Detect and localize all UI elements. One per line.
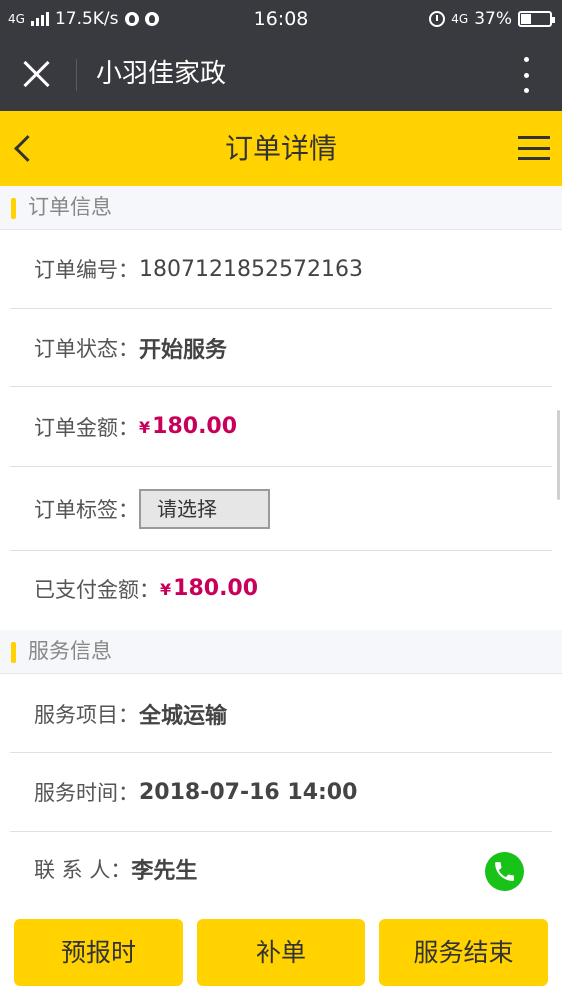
service-item-label: 服务项目： [34, 702, 139, 727]
service-time-value: 2018-07-16 14:00 [139, 779, 358, 805]
wechat-title-bar: 小羽佳家政 [0, 37, 562, 111]
status-bar: 4G 17.5K/s 16:08 4G 37% [0, 0, 562, 37]
order-number-row: 订单编号： 1807121852572163 [10, 230, 552, 309]
service-item-row: 服务项目： 全城运输 [10, 675, 552, 753]
more-options-icon[interactable] [522, 57, 530, 93]
page-header: 订单详情 [0, 111, 562, 186]
order-status-value: 开始服务 [139, 337, 228, 363]
order-amount-number: 180.00 [152, 414, 238, 439]
paid-amount-number: 180.00 [173, 576, 259, 601]
scrollbar[interactable] [557, 410, 560, 500]
status-right: 4G 37% [429, 9, 555, 29]
order-tag-row: 订单标签： 请选择 [10, 467, 552, 551]
title-divider [76, 59, 77, 91]
app-title: 小羽佳家政 [96, 59, 227, 89]
battery-fill [521, 14, 531, 24]
contact-value: 李先生 [131, 859, 198, 884]
order-number-label: 订单编号： [34, 258, 139, 282]
order-tag-select[interactable]: 请选择 [139, 488, 270, 529]
contact-row: 联 系 人： 李先生 [10, 832, 552, 906]
network-type-right: 4G [451, 12, 469, 26]
phone-call-icon[interactable] [485, 852, 524, 891]
contact-label: 联 系 人： [34, 858, 132, 882]
finish-service-button[interactable]: 服务结束 [379, 919, 548, 986]
order-status-row: 订单状态： 开始服务 [10, 309, 552, 387]
report-time-button[interactable]: 预报时 [14, 919, 183, 986]
section-title: 订单信息 [28, 195, 112, 219]
order-amount-label: 订单金额： [34, 415, 139, 440]
paid-amount-value: ¥180.00 [160, 576, 258, 601]
section-title: 服务信息 [28, 639, 112, 663]
service-item-value: 全城运输 [139, 703, 228, 729]
footer-actions: 预报时 补单 服务结束 [0, 906, 562, 1000]
paid-amount-label: 已支付金额： [34, 577, 160, 602]
order-tag-label: 订单标签： [34, 497, 139, 522]
order-info-section-header: 订单信息 [0, 186, 562, 230]
page-title: 订单详情 [224, 132, 337, 165]
menu-icon[interactable] [518, 136, 550, 160]
currency-symbol: ¥ [139, 418, 151, 437]
section-marker [11, 198, 16, 219]
service-info-section-header: 服务信息 [0, 630, 562, 674]
alarm-icon [429, 11, 446, 27]
supplement-order-button[interactable]: 补单 [197, 919, 365, 986]
battery-percent: 37% [474, 9, 512, 29]
order-status-label: 订单状态： [34, 336, 139, 361]
paid-amount-row: 已支付金额： ¥180.00 [10, 551, 552, 626]
order-amount-value: ¥180.00 [139, 414, 237, 439]
service-time-row: 服务时间： 2018-07-16 14:00 [10, 753, 552, 832]
close-icon[interactable] [22, 59, 52, 89]
battery-icon [518, 11, 555, 27]
currency-symbol: ¥ [160, 580, 172, 599]
order-amount-row: 订单金额： ¥180.00 [10, 387, 552, 467]
order-number-value: 1807121852572163 [139, 256, 363, 282]
section-marker [11, 642, 16, 663]
service-time-label: 服务时间： [34, 781, 139, 805]
